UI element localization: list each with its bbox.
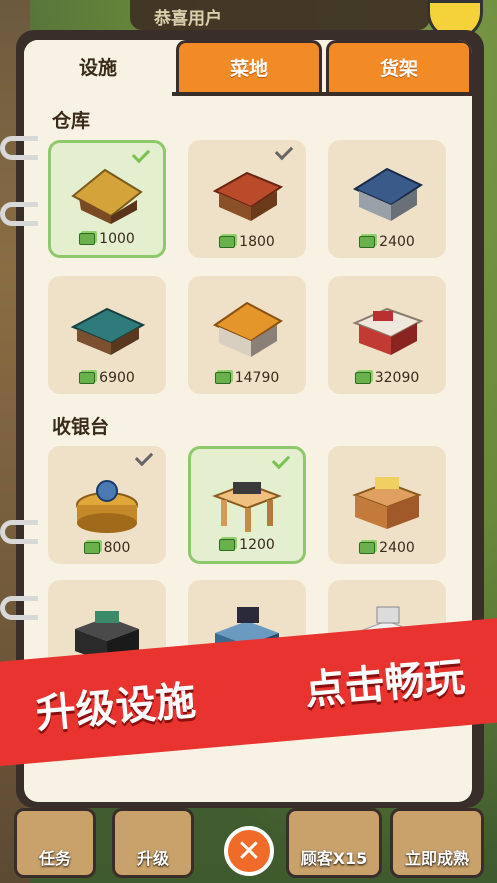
tab-vegetable-field[interactable]: 菜地 [176, 40, 322, 92]
price-label: 1800 [188, 234, 306, 250]
item-card-green-roof-house[interactable]: 6900 [48, 276, 166, 394]
item-card-modern-store[interactable]: 32090 [328, 276, 446, 394]
ring-icon [0, 596, 38, 620]
section-title-warehouse: 仓库 [52, 110, 91, 132]
cash-icon [79, 233, 96, 245]
modern-store-icon [352, 308, 424, 356]
customers-button[interactable]: 顾客X15 [286, 808, 382, 878]
item-card-stump-scale[interactable]: 800 [48, 446, 166, 564]
section-title-cashier: 收银台 [52, 416, 110, 438]
check-icon [134, 447, 154, 467]
price-label: 32090 [328, 370, 446, 386]
task-button[interactable]: 任务 [14, 808, 96, 878]
table-scale-icon [212, 481, 282, 532]
instant-mature-button[interactable]: 立即成熟 [390, 808, 484, 878]
cash-icon [354, 372, 371, 384]
cash-icon [359, 542, 376, 554]
item-card-thatched-hut[interactable]: 1000 [48, 140, 166, 258]
item-card-cabinet-scale[interactable]: 2400 [328, 446, 446, 564]
stump-scale-icon [76, 480, 138, 534]
price-label: 14790 [188, 370, 306, 386]
price-label: 2400 [328, 540, 446, 556]
item-card-orange-roof-house[interactable]: 14790 [188, 276, 306, 394]
check-icon [131, 144, 151, 164]
top-banner: 恭喜用户 [130, 0, 430, 30]
tab-bar: 设施 菜地 货架 [24, 40, 472, 96]
green-roof-house-icon [70, 308, 146, 356]
price-label: 800 [48, 540, 166, 556]
orange-roof-house-icon [212, 302, 283, 358]
thatched-hut-icon [71, 168, 143, 224]
promo-left-text: 升级设施 [34, 677, 198, 738]
wooden-house-icon [212, 172, 284, 222]
close-button[interactable]: ✕ [224, 826, 274, 876]
tab-facilities[interactable]: 设施 [24, 40, 172, 92]
item-card-stone-house[interactable]: 2400 [328, 140, 446, 258]
stone-house-icon [352, 168, 424, 222]
tab-underline [172, 92, 472, 96]
cash-icon [83, 542, 100, 554]
cash-icon [219, 539, 236, 551]
ring-icon [0, 136, 38, 160]
cash-icon [219, 236, 236, 248]
cabinet-scale-icon [352, 477, 422, 530]
ring-icon [0, 202, 38, 226]
cash-icon [214, 372, 231, 384]
price-label: 2400 [328, 234, 446, 250]
cash-icon [79, 372, 96, 384]
tab-shelves[interactable]: 货架 [326, 40, 472, 92]
check-icon [274, 141, 294, 161]
cash-icon [359, 236, 376, 248]
price-label: 1200 [191, 537, 303, 553]
upgrade-button[interactable]: 升级 [112, 808, 194, 878]
item-card-wooden-house[interactable]: 1800 [188, 140, 306, 258]
item-card-table-scale[interactable]: 1200 [188, 446, 306, 564]
ring-icon [0, 520, 38, 544]
promo-right-text: 点击畅玩 [303, 654, 467, 715]
price-label: 6900 [48, 370, 166, 386]
price-label: 1000 [51, 231, 163, 247]
